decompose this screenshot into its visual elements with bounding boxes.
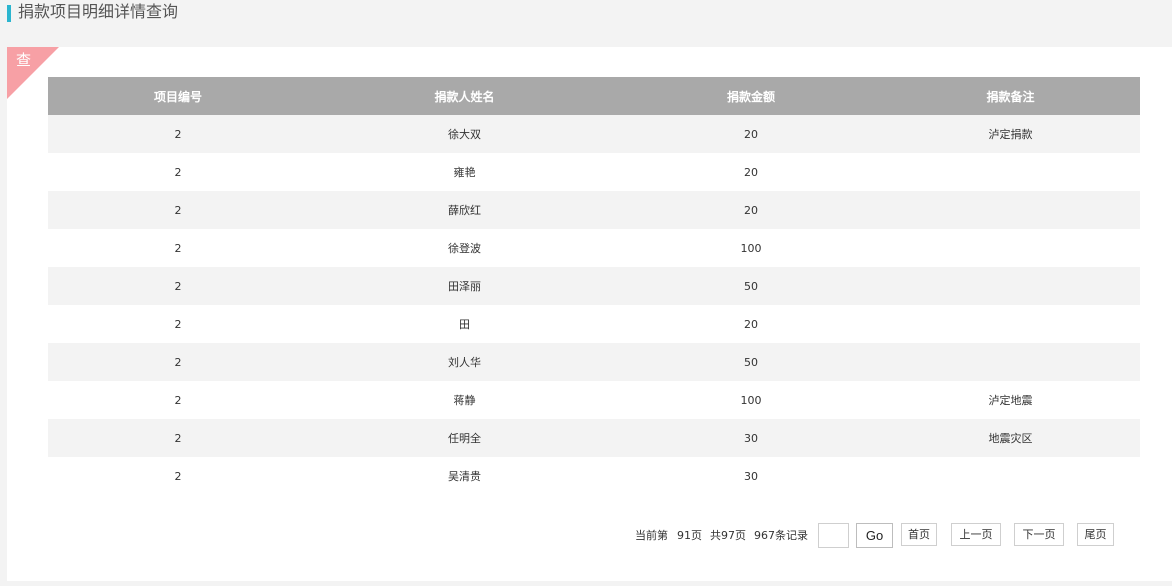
pager-total-pages: 共97页 [710, 529, 746, 542]
table-row: 2 田泽丽 50 [48, 267, 1140, 305]
cell-project-id: 2 [48, 191, 308, 229]
cell-amount: 100 [621, 229, 881, 267]
next-page-button[interactable]: 下一页 [1014, 523, 1064, 546]
table-row: 2 刘人华 50 [48, 343, 1140, 381]
cell-donor-name: 蒋静 [308, 381, 621, 419]
cell-project-id: 2 [48, 229, 308, 267]
cell-project-id: 2 [48, 305, 308, 343]
cell-project-id: 2 [48, 381, 308, 419]
cell-remark [881, 305, 1140, 343]
cell-amount: 20 [621, 191, 881, 229]
table-row: 2 薛欣红 20 [48, 191, 1140, 229]
cell-project-id: 2 [48, 267, 308, 305]
pagination: 当前第 91页 共97页 967条记录 Go 首页 上一页 下一页 尾页 [7, 523, 1172, 549]
corner-ribbon-label: 查 [16, 51, 32, 69]
cell-remark: 泸定捐款 [881, 115, 1140, 153]
table-row: 2 任明全 30 地震灾区 [48, 419, 1140, 457]
cell-remark [881, 457, 1140, 495]
cell-donor-name: 田泽丽 [308, 267, 621, 305]
page-number-input[interactable] [818, 523, 849, 548]
cell-donor-name: 田 [308, 305, 621, 343]
cell-amount: 20 [621, 153, 881, 191]
table-row: 2 蒋静 100 泸定地震 [48, 381, 1140, 419]
pager-total-records: 967条记录 [754, 529, 808, 542]
go-button[interactable]: Go [856, 523, 893, 548]
column-header-remark: 捐款备注 [881, 77, 1140, 115]
cell-donor-name: 刘人华 [308, 343, 621, 381]
cell-donor-name: 徐大双 [308, 115, 621, 153]
cell-project-id: 2 [48, 343, 308, 381]
cell-amount: 50 [621, 343, 881, 381]
cell-project-id: 2 [48, 419, 308, 457]
cell-remark [881, 343, 1140, 381]
donation-table: 项目编号 捐款人姓名 捐款金额 捐款备注 2 徐大双 20 泸定捐款 2 雍艳 20 2 薛欣红… [48, 77, 1140, 495]
title-accent-bar [7, 5, 11, 22]
table-header-row: 项目编号 捐款人姓名 捐款金额 捐款备注 [48, 77, 1140, 115]
cell-donor-name: 薛欣红 [308, 191, 621, 229]
first-page-button[interactable]: 首页 [901, 523, 937, 546]
cell-project-id: 2 [48, 153, 308, 191]
cell-project-id: 2 [48, 115, 308, 153]
table-body: 2 徐大双 20 泸定捐款 2 雍艳 20 2 薛欣红 20 2 徐登波 100 2 田泽丽 50 2 田 20 2 刘… [48, 115, 1140, 495]
table-row: 2 徐登波 100 [48, 229, 1140, 267]
last-page-button[interactable]: 尾页 [1077, 523, 1114, 546]
cell-amount: 20 [621, 115, 881, 153]
cell-remark [881, 267, 1140, 305]
query-panel: 查 项目编号 捐款人姓名 捐款金额 捐款备注 2 徐大双 20 泸定捐款 2 雍艳 20 2 薛… [7, 47, 1172, 581]
cell-project-id: 2 [48, 457, 308, 495]
table-row: 2 吴清贵 30 [48, 457, 1140, 495]
pager-current-label: 当前第 [635, 529, 668, 542]
page-header: 捐款项目明细详情查询 [0, 0, 1172, 28]
cell-remark: 泸定地震 [881, 381, 1140, 419]
cell-amount: 50 [621, 267, 881, 305]
cell-donor-name: 吴清贵 [308, 457, 621, 495]
cell-amount: 30 [621, 419, 881, 457]
pager-current-page: 91页 [677, 529, 702, 542]
cell-remark [881, 153, 1140, 191]
table-row: 2 雍艳 20 [48, 153, 1140, 191]
column-header-project-id: 项目编号 [48, 77, 308, 115]
cell-remark: 地震灾区 [881, 419, 1140, 457]
column-header-donor-name: 捐款人姓名 [308, 77, 621, 115]
cell-donor-name: 徐登波 [308, 229, 621, 267]
cell-donor-name: 雍艳 [308, 153, 621, 191]
page-title: 捐款项目明细详情查询 [18, 2, 179, 21]
cell-amount: 20 [621, 305, 881, 343]
cell-amount: 30 [621, 457, 881, 495]
cell-remark [881, 229, 1140, 267]
cell-donor-name: 任明全 [308, 419, 621, 457]
cell-remark [881, 191, 1140, 229]
column-header-amount: 捐款金额 [621, 77, 881, 115]
table-row: 2 田 20 [48, 305, 1140, 343]
table-row: 2 徐大双 20 泸定捐款 [48, 115, 1140, 153]
prev-page-button[interactable]: 上一页 [951, 523, 1001, 546]
cell-amount: 100 [621, 381, 881, 419]
